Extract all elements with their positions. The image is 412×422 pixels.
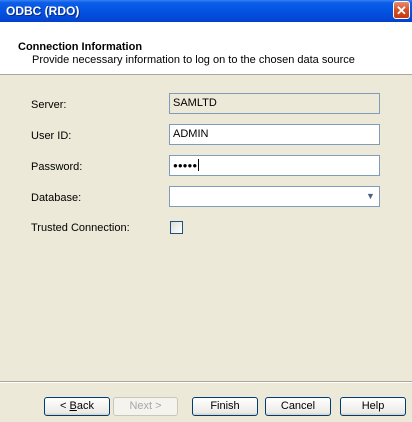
user-id-value: ADMIN <box>173 128 209 140</box>
header-title: Connection Information <box>18 41 143 53</box>
odbc-dialog: ODBC (RDO) ✕ Connection Information Prov… <box>0 0 412 422</box>
password-label: Password: <box>31 161 83 173</box>
back-button[interactable]: < Back <box>44 397 110 416</box>
button-separator <box>0 381 412 383</box>
close-button[interactable]: ✕ <box>393 1 410 19</box>
cancel-button[interactable]: Cancel <box>265 397 331 416</box>
server-field: SAMLTD <box>169 93 380 114</box>
next-label: Next > <box>129 400 162 412</box>
text-caret <box>198 159 200 172</box>
trusted-connection-checkbox[interactable] <box>170 221 183 234</box>
server-value: SAMLTD <box>173 97 217 109</box>
user-id-field[interactable]: ADMIN <box>169 124 380 145</box>
password-value: ●●●●● <box>173 161 198 170</box>
trusted-connection-label: Trusted Connection: <box>31 222 130 234</box>
next-button[interactable]: Next > <box>113 397 178 416</box>
chevron-down-icon[interactable]: ▼ <box>365 190 376 203</box>
server-label: Server: <box>31 99 67 111</box>
finish-label: Finish <box>210 400 240 412</box>
help-button[interactable]: Help <box>340 397 406 416</box>
password-field[interactable]: ●●●●● <box>169 155 380 176</box>
close-icon: ✕ <box>396 3 407 18</box>
title-bar[interactable]: ODBC (RDO) ✕ <box>0 0 412 22</box>
back-rest: ack <box>76 400 94 412</box>
database-dropdown[interactable]: ▼ <box>169 186 380 207</box>
header-subtitle: Provide necessary information to log on … <box>32 54 355 66</box>
cancel-label: Cancel <box>280 400 316 412</box>
back-mnemonic: B <box>69 400 77 412</box>
database-label: Database: <box>31 192 82 204</box>
help-label: Help <box>361 400 385 412</box>
wizard-header: Connection Information Provide necessary… <box>0 22 412 75</box>
finish-button[interactable]: Finish <box>192 397 258 416</box>
user-id-label: User ID: <box>31 130 72 142</box>
back-prefix: < <box>60 400 70 412</box>
window-title: ODBC (RDO) <box>6 4 80 18</box>
